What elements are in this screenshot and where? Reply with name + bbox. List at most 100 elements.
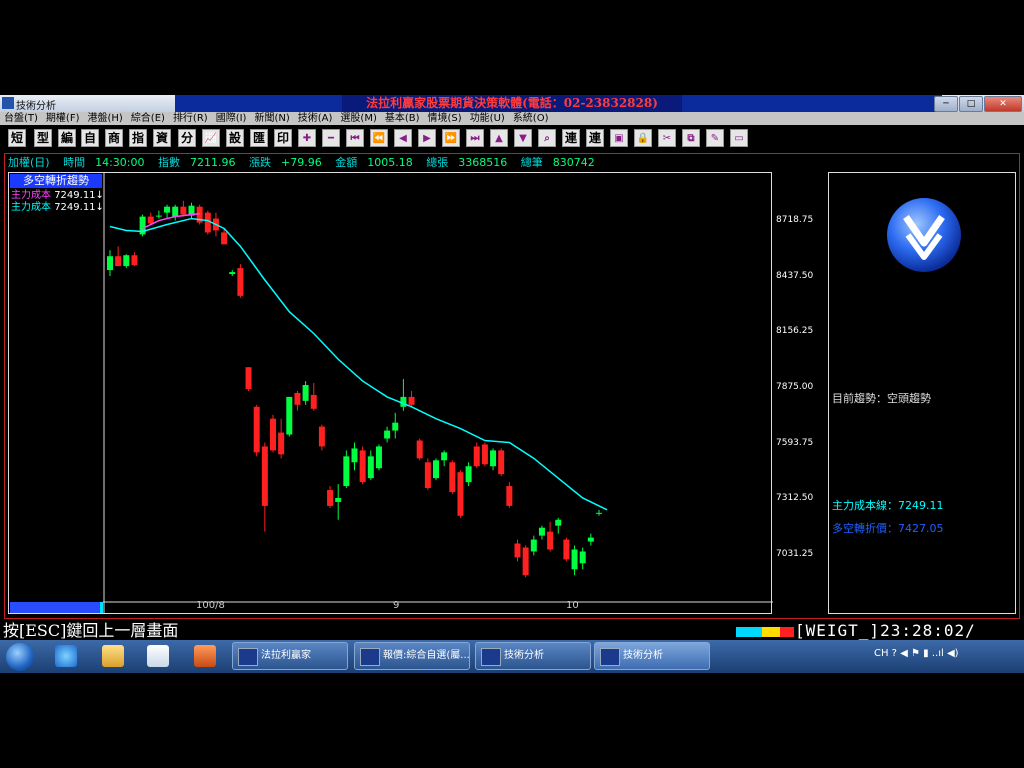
system-tray[interactable]: CH ? ◀ ⚑ ▮ ..ıl ◀) [874,648,959,659]
candle-body [424,462,431,489]
candle-body [310,394,317,409]
tool-link2-button[interactable]: 連 [586,129,604,147]
main-cost-line [109,217,608,511]
tool-settings-button[interactable]: 設 [226,129,244,147]
window-icon[interactable]: ▣ [610,129,628,147]
copy-icon[interactable]: ⧉ [682,129,700,147]
amount-label: 金額 [335,156,358,169]
menu-stock-picker[interactable]: 選股(M) [336,112,380,125]
candle [139,214,146,237]
scrollbar-thumb[interactable] [100,602,103,613]
candle-body [335,497,342,502]
candle [302,381,309,405]
candle [270,414,276,453]
menu-ranking[interactable]: 排行(R) [169,112,212,125]
tool-edit-button[interactable]: 編 [58,129,76,147]
tool-indicator-button[interactable]: 指 [129,129,147,147]
tool-link-button[interactable]: 連 [562,129,580,147]
candle-body [522,547,529,576]
menu-hongkong[interactable]: 港盤(H) [83,112,126,125]
zoom-in-icon[interactable]: ✚ [298,129,316,147]
legend-value: 7249.11↓ [54,190,104,201]
candle [538,525,545,540]
media-player-icon[interactable] [147,645,169,667]
rewind-icon[interactable]: ⏪ [370,129,388,147]
lock-icon[interactable]: 🔒 [634,129,652,147]
candle-body [237,268,244,296]
candle-body [367,456,374,479]
ie-icon[interactable] [55,645,77,667]
status-bar: 按[ESC]鍵回上一層畫面 [WEIGT_]23:28:02/ [0,621,1024,641]
tool-custom-button[interactable]: 自 [81,129,99,147]
candle [188,202,195,219]
status-color-indicator [736,627,794,637]
menu-functions[interactable]: 功能(U) [466,112,509,125]
menu-international[interactable]: 國際(I) [212,112,251,125]
candle-body [465,466,472,483]
tool-short-term-button[interactable]: 短 [8,129,26,147]
minimize-button[interactable]: ─ [934,96,958,112]
candle [555,517,562,534]
zoom-out-icon[interactable]: ━ [322,129,340,147]
candle [563,537,570,562]
menu-taiwan[interactable]: 台盤(T) [0,112,42,125]
menu-fundamentals[interactable]: 基本(B) [381,112,424,125]
taskbar-item[interactable]: 技術分析 [475,642,591,670]
candle [155,210,162,219]
candle [204,210,211,235]
candle [278,418,285,459]
menu-technical[interactable]: 技術(A) [294,112,337,125]
screen-icon[interactable]: ▭ [730,129,748,147]
menu-system[interactable]: 系統(O) [509,112,553,125]
candle [441,450,448,467]
chart-scrollbar[interactable] [10,602,103,613]
candle [579,547,586,570]
indicator-title[interactable]: 多空轉折趨勢 [10,174,102,188]
task-icon [481,648,501,666]
tool-print-button[interactable]: 印 [274,129,292,147]
candle-body [270,418,276,451]
candle [408,390,415,407]
tool-analysis-button[interactable]: 分 [178,129,196,147]
menu-news[interactable]: 新聞(N) [250,112,293,125]
tool-product-button[interactable]: 商 [105,129,123,147]
edit-icon[interactable]: ✎ [706,129,724,147]
tool-pattern-button[interactable]: 型 [34,129,52,147]
candle [115,246,122,267]
tool-data-button[interactable]: 資 [153,129,171,147]
first-icon[interactable]: ⏮ [346,129,364,147]
taskbar-item[interactable]: 法拉利贏家 [232,642,348,670]
chart-left-border [103,173,105,613]
menu-futures-options[interactable]: 期權(F) [42,112,84,125]
taskbar-item[interactable]: 技術分析 [594,642,710,670]
forward-icon[interactable]: ⏩ [442,129,460,147]
scissors-icon[interactable]: ✂ [658,129,676,147]
chart-icon[interactable]: 📈 [202,129,220,147]
menu-scenario[interactable]: 情境(S) [424,112,466,125]
candle-body [449,462,456,493]
down-icon[interactable]: ▼ [514,129,532,147]
last-icon[interactable]: ⏭ [466,129,484,147]
candle-body [498,450,505,475]
search-icon[interactable]: ⌕ [538,129,556,147]
close-button[interactable]: ✕ [984,96,1022,112]
maximize-button[interactable]: □ [959,96,983,112]
candle-body [384,430,391,439]
prev-icon[interactable]: ◀ [394,129,412,147]
candle [286,396,293,437]
candle-body [571,549,578,570]
start-button[interactable] [6,643,34,671]
tool-export-button[interactable]: 匯 [250,129,268,147]
candlestick-chart[interactable] [104,173,772,601]
menu-composite[interactable]: 綜合(E) [127,112,169,125]
window-controls: ─ □ ✕ [934,96,1022,112]
folder-icon[interactable] [102,645,124,667]
app-shortcut-icon[interactable] [194,645,216,667]
up-icon[interactable]: ▲ [490,129,508,147]
taskbar-item[interactable]: 報價:綜合自選(屬... [354,642,470,670]
legend-label: 主力成本 [11,190,51,201]
candle-body [180,206,187,215]
task-icon [600,648,620,666]
next-icon[interactable]: ▶ [418,129,436,147]
candle-body [514,543,521,558]
